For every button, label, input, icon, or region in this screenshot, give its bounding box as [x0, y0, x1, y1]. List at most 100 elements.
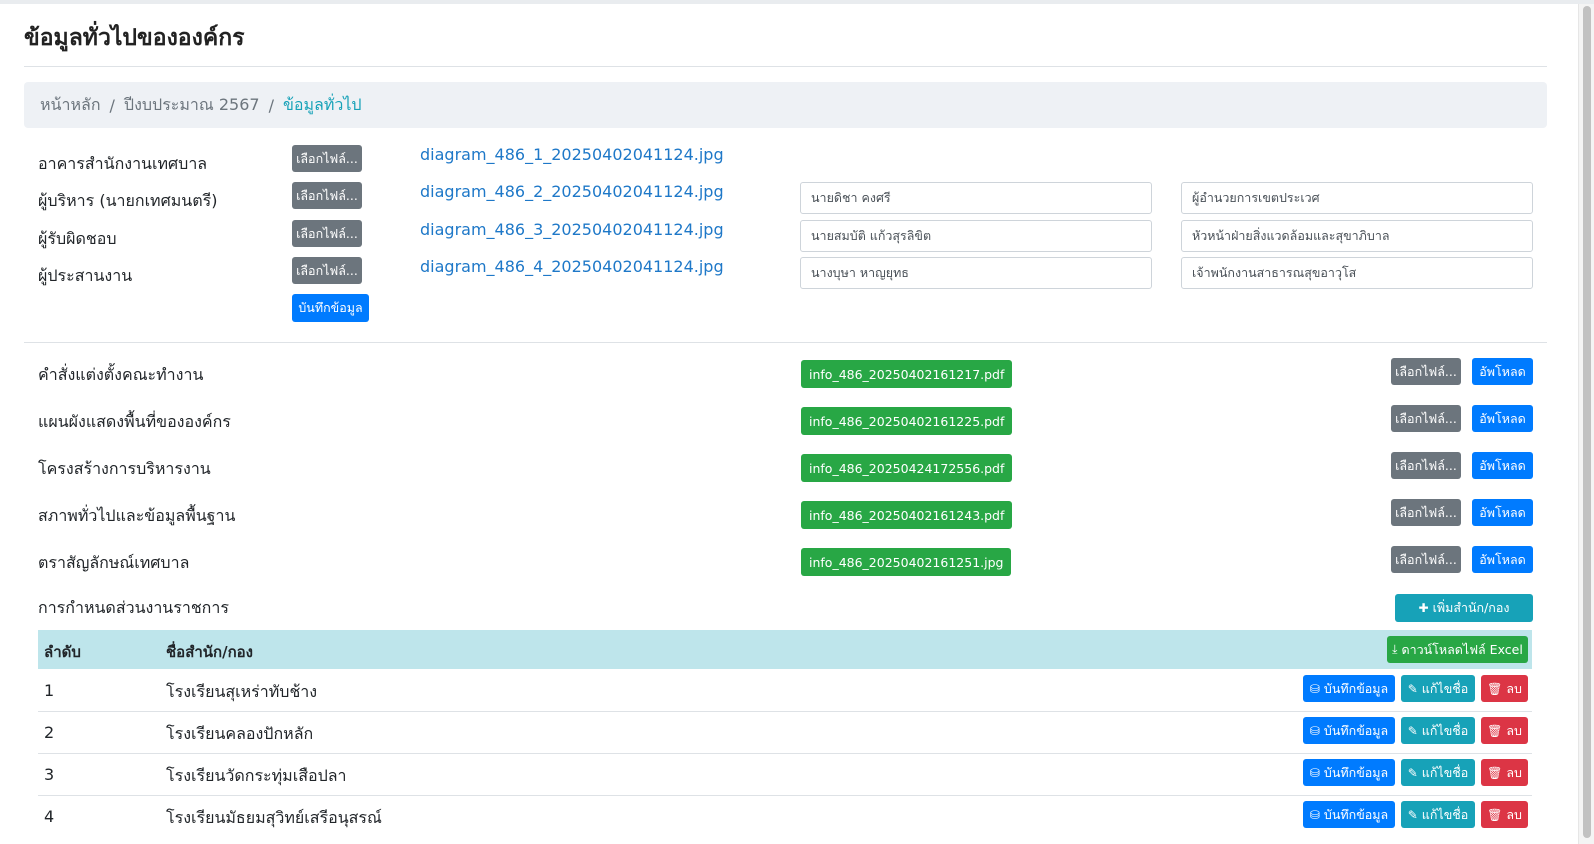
edit-name-button[interactable]: ✎ แก้ไขชื่อ	[1401, 717, 1475, 744]
breadcrumb-fiscal-year[interactable]: ปีงบประมาณ 2567	[124, 93, 260, 118]
choose-file-button[interactable]: เลือกไฟล์...	[292, 257, 362, 284]
upload-button[interactable]: อัพโหลด	[1472, 358, 1533, 385]
document-label: คำสั่งแต่งตั้งคณะทำงาน	[38, 365, 204, 384]
section-divider	[24, 342, 1547, 343]
trash-icon: 🗑	[1487, 807, 1503, 822]
choose-file-button[interactable]: เลือกไฟล์...	[1391, 452, 1461, 479]
database-icon: ⛁	[1309, 807, 1320, 822]
row-number: 3	[44, 765, 55, 784]
title-divider	[24, 66, 1547, 67]
save-row-label: บันทึกข้อมูล	[1323, 680, 1389, 696]
division-name: โรงเรียนมัธยมสุวิทย์เสรีอนุสรณ์	[166, 808, 382, 827]
choose-file-button[interactable]: เลือกไฟล์...	[1391, 358, 1461, 385]
breadcrumb-current: ข้อมูลทั่วไป	[282, 94, 362, 114]
delete-button[interactable]: 🗑 ลบ	[1481, 801, 1528, 828]
choose-file-button[interactable]: เลือกไฟล์...	[292, 182, 362, 209]
personnel-label-executive: ผู้บริหาร (นายกเทศมนตรี)	[38, 191, 218, 210]
save-row-label: บันทึกข้อมูล	[1323, 764, 1389, 780]
choose-file-button[interactable]: เลือกไฟล์...	[1391, 499, 1461, 526]
download-icon: ⤓	[1392, 642, 1398, 656]
upload-button[interactable]: อัพโหลด	[1472, 546, 1533, 573]
delete-label: ลบ	[1506, 806, 1522, 822]
breadcrumb-separator: /	[268, 95, 274, 115]
edit-name-button[interactable]: ✎ แก้ไขชื่อ	[1401, 801, 1475, 828]
division-name: โรงเรียนสุเหร่าทับช้าง	[166, 682, 318, 701]
database-icon: ⛁	[1309, 681, 1320, 696]
save-personnel-button[interactable]: บันทึกข้อมูล	[292, 294, 369, 322]
trash-icon: 🗑	[1487, 723, 1503, 738]
add-division-label: เพิ่มสำนัก/กอง	[1432, 600, 1510, 615]
edit-name-label: แก้ไขชื่อ	[1421, 764, 1469, 780]
column-header-name: ชื่อสำนัก/กอง	[166, 643, 253, 661]
personnel-label-responsible: ผู้รับผิดชอบ	[38, 229, 117, 248]
division-name: โรงเรียนคลองปักหลัก	[166, 724, 314, 743]
choose-file-button[interactable]: เลือกไฟล์...	[292, 220, 362, 247]
edit-icon: ✎	[1407, 765, 1418, 780]
breadcrumb-home[interactable]: หน้าหลัก	[40, 93, 101, 118]
document-file-badge[interactable]: info_486_20250424172556.pdf	[801, 454, 1013, 482]
document-file-badge[interactable]: info_486_20250402161243.pdf	[801, 501, 1013, 529]
trash-icon: 🗑	[1487, 681, 1503, 696]
diagram-file-link[interactable]: diagram_486_1_20250402041124.jpg	[420, 145, 724, 164]
save-row-button[interactable]: ⛁ บันทึกข้อมูล	[1303, 717, 1395, 744]
position-field[interactable]: หัวหน้าฝ่ายสิ่งแวดล้อมและสุขาภิบาล	[1181, 220, 1533, 252]
edit-icon: ✎	[1407, 723, 1418, 738]
choose-file-button[interactable]: เลือกไฟล์...	[292, 145, 362, 172]
row-number: 2	[44, 723, 55, 742]
choose-file-button[interactable]: เลือกไฟล์...	[1391, 405, 1461, 432]
upload-button[interactable]: อัพโหลด	[1472, 452, 1533, 479]
position-field[interactable]: เจ้าพนักงานสาธารณสุขอาวุโส	[1181, 257, 1533, 289]
breadcrumb: หน้าหลัก / ปีงบประมาณ 2567 / ข้อมูลทั่วไ…	[24, 82, 1547, 128]
diagram-file-link[interactable]: diagram_486_2_20250402041124.jpg	[420, 182, 724, 201]
divisions-table-header: ลำดับ ชื่อสำนัก/กอง ⤓ ดาวน์โหลดไฟล์ Excel	[38, 630, 1532, 669]
edit-name-label: แก้ไขชื่อ	[1421, 806, 1469, 822]
save-row-button[interactable]: ⛁ บันทึกข้อมูล	[1303, 759, 1395, 786]
document-label: แผนผังแสดงพื้นที่ขององค์กร	[38, 412, 231, 431]
document-file-badge[interactable]: info_486_20250402161225.pdf	[801, 407, 1013, 435]
position-field[interactable]: ผู้อำนวยการเขตประเวศ	[1181, 182, 1533, 214]
row-number: 4	[44, 807, 55, 826]
save-row-label: บันทึกข้อมูล	[1323, 722, 1389, 738]
row-number: 1	[44, 681, 55, 700]
name-field[interactable]: นายสมบัติ แก้วสุรลิขิต	[800, 220, 1152, 252]
delete-label: ลบ	[1506, 722, 1522, 738]
edit-icon: ✎	[1407, 681, 1418, 696]
save-row-button[interactable]: ⛁ บันทึกข้อมูล	[1303, 675, 1395, 702]
page-title: ข้อมูลทั่วไปขององค์กร	[24, 25, 245, 51]
add-division-button[interactable]: ✚ เพิ่มสำนัก/กอง	[1395, 594, 1533, 622]
diagram-file-link[interactable]: diagram_486_4_20250402041124.jpg	[420, 257, 724, 276]
database-icon: ⛁	[1309, 765, 1320, 780]
document-label: ตราสัญลักษณ์เทศบาล	[38, 553, 190, 572]
diagram-file-link[interactable]: diagram_486_3_20250402041124.jpg	[420, 220, 724, 239]
row-divider	[38, 753, 1532, 754]
upload-button[interactable]: อัพโหลด	[1472, 405, 1533, 432]
name-field[interactable]: นางบุษา หาญยุทธ	[800, 257, 1152, 289]
delete-button[interactable]: 🗑 ลบ	[1481, 675, 1528, 702]
trash-icon: 🗑	[1487, 765, 1503, 780]
delete-label: ลบ	[1506, 680, 1522, 696]
division-name: โรงเรียนวัดกระทุ่มเสือปลา	[166, 766, 347, 785]
delete-button[interactable]: 🗑 ลบ	[1481, 717, 1528, 744]
personnel-label-building: อาคารสำนักงานเทศบาล	[38, 154, 208, 173]
download-excel-label: ดาวน์โหลดไฟล์ Excel	[1401, 641, 1523, 657]
plus-icon: ✚	[1418, 601, 1429, 615]
delete-button[interactable]: 🗑 ลบ	[1481, 759, 1528, 786]
breadcrumb-separator: /	[109, 95, 115, 115]
scrollbar-thumb[interactable]	[1583, 6, 1591, 838]
save-row-button[interactable]: ⛁ บันทึกข้อมูล	[1303, 801, 1395, 828]
personnel-label-coordinator: ผู้ประสานงาน	[38, 266, 133, 285]
document-file-badge[interactable]: info_486_20250402161217.pdf	[801, 360, 1013, 388]
edit-name-button[interactable]: ✎ แก้ไขชื่อ	[1401, 759, 1475, 786]
database-icon: ⛁	[1309, 723, 1320, 738]
edit-name-label: แก้ไขชื่อ	[1421, 680, 1469, 696]
download-excel-button[interactable]: ⤓ ดาวน์โหลดไฟล์ Excel	[1387, 636, 1528, 663]
delete-label: ลบ	[1506, 764, 1522, 780]
upload-button[interactable]: อัพโหลด	[1472, 499, 1533, 526]
choose-file-button[interactable]: เลือกไฟล์...	[1391, 546, 1461, 573]
document-file-badge[interactable]: info_486_20250402161251.jpg	[801, 548, 1012, 576]
row-divider	[38, 795, 1532, 796]
top-border	[0, 0, 1594, 4]
name-field[interactable]: นายดิชา คงศรี	[800, 182, 1152, 214]
edit-name-button[interactable]: ✎ แก้ไขชื่อ	[1401, 675, 1475, 702]
vertical-scrollbar[interactable]	[1578, 4, 1594, 844]
